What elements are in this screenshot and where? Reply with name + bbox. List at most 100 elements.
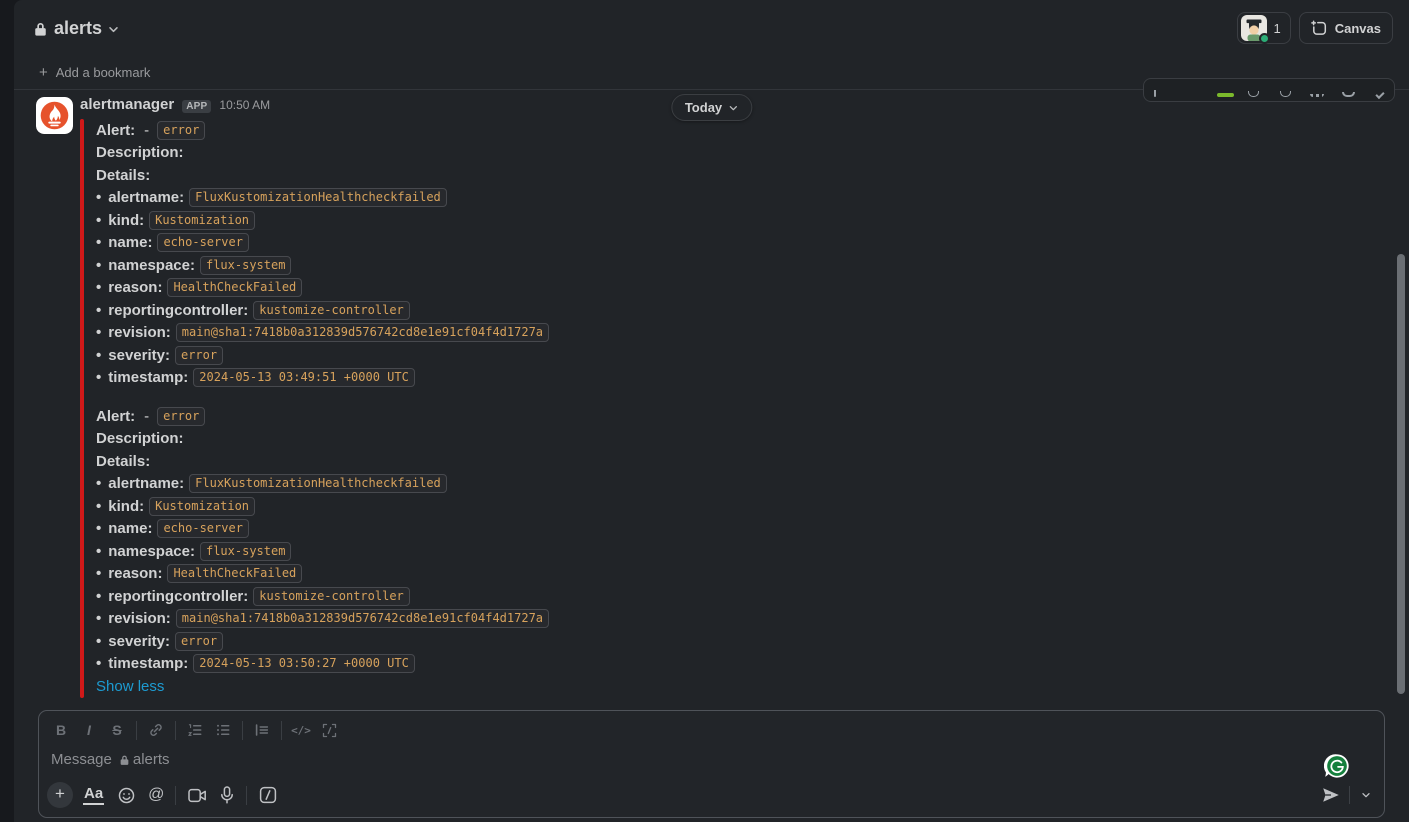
channel-members-button[interactable]: 1 (1237, 12, 1291, 44)
bulleted-list-button[interactable] (209, 717, 237, 743)
shortcuts-button[interactable] (254, 782, 282, 808)
canvas-label: Canvas (1335, 21, 1381, 36)
field-value-chip: HealthCheckFailed (167, 278, 302, 297)
alert-field-row: • kind: Kustomization (96, 495, 549, 518)
field-value-chip: Kustomization (149, 497, 255, 516)
field-key: reason: (108, 279, 162, 296)
blockquote-button[interactable] (248, 717, 276, 743)
check-emoji-icon (1217, 93, 1234, 97)
channel-title-button[interactable]: alerts (25, 12, 127, 44)
alert-label: Alert: (96, 122, 135, 139)
divider (242, 721, 243, 740)
details-label: Details: (96, 450, 549, 473)
alert-field-row: • reportingcontroller: kustomize-control… (96, 299, 549, 322)
canvas-icon (1311, 20, 1328, 37)
channel-name: alerts (54, 18, 102, 39)
show-less-link[interactable]: Show less (96, 675, 164, 698)
field-key: alertname: (108, 189, 184, 206)
details-label: Details: (96, 164, 549, 187)
alert-field-row: • kind: Kustomization (96, 209, 549, 232)
bullet: • (96, 498, 101, 515)
message-actions-toolbar[interactable] (1143, 78, 1395, 102)
chevron-down-icon (108, 19, 119, 40)
strikethrough-button[interactable]: S (103, 717, 131, 743)
presence-dot (1259, 33, 1270, 44)
field-value-chip: flux-system (200, 542, 291, 561)
field-key: timestamp: (108, 369, 188, 386)
alert-field-row: • namespace: flux-system (96, 254, 549, 277)
composer-bottom-toolbar: + Aa @ (39, 779, 1384, 817)
alert-dash: - (144, 122, 149, 139)
bold-button[interactable]: B (47, 717, 75, 743)
divider (175, 721, 176, 740)
field-key: namespace: (108, 257, 195, 274)
member-count: 1 (1274, 21, 1281, 36)
italic-button[interactable]: I (75, 717, 103, 743)
bullet: • (96, 257, 101, 274)
date-divider-pill[interactable]: Today (671, 94, 752, 121)
alert-line: Alert: - error (96, 405, 549, 428)
formatting-toggle-button[interactable]: Aa (83, 785, 104, 805)
alert-field-row: • revision: main@sha1:7418b0a312839d5767… (96, 608, 549, 631)
placeholder-channel: alerts (133, 751, 170, 768)
field-key: alertname: (108, 475, 184, 492)
alertmanager-avatar[interactable] (36, 97, 73, 134)
alert-field-row: • alertname: FluxKustomizationHealthchec… (96, 473, 549, 496)
field-value-chip: error (175, 346, 223, 365)
alert-dash: - (144, 408, 149, 425)
field-value-chip: kustomize-controller (253, 301, 410, 320)
field-value-chip: echo-server (157, 519, 248, 538)
message-input[interactable]: Message alerts (39, 747, 1384, 783)
field-key: revision: (108, 610, 171, 627)
code-block-button[interactable] (315, 717, 343, 743)
bullet: • (96, 302, 101, 319)
mention-button[interactable]: @ (142, 782, 170, 808)
field-value-chip: FluxKustomizationHealthcheckfailed (189, 188, 447, 207)
alert-field-row: • name: echo-server (96, 518, 549, 541)
alert-blocks: Alert: - error Description: Details: • a… (96, 119, 549, 675)
bullet: • (96, 324, 101, 341)
emoji-button[interactable] (112, 782, 140, 808)
attach-plus-button[interactable]: + (47, 782, 73, 808)
sender-name[interactable]: alertmanager (80, 96, 174, 113)
ordered-list-button[interactable] (181, 717, 209, 743)
alert-field-row: • reason: HealthCheckFailed (96, 563, 549, 586)
header-actions: 1 Canvas (1237, 12, 1393, 44)
action-stub-icon (1248, 91, 1259, 97)
alert-block: Alert: - error Description: Details: • a… (96, 405, 549, 675)
input-placeholder: Message alerts (51, 751, 1372, 768)
video-button[interactable] (183, 782, 211, 808)
bullet: • (96, 633, 101, 650)
alert-fields: • alertname: FluxKustomizationHealthchec… (96, 473, 549, 676)
canvas-button[interactable]: Canvas (1299, 12, 1393, 44)
add-bookmark-button[interactable]: + Add a bookmark (31, 62, 158, 83)
field-key: kind: (108, 212, 144, 229)
grammarly-icon[interactable] (1324, 753, 1350, 779)
bullet: • (96, 520, 101, 537)
message-list: Today alertmanager APP 10:50 AM Alert: -… (14, 90, 1409, 702)
action-stub-icon (1310, 94, 1324, 97)
field-key: reason: (108, 565, 162, 582)
field-key: severity: (108, 347, 170, 364)
field-value-chip: echo-server (157, 233, 248, 252)
send-button[interactable] (1317, 782, 1345, 808)
field-value-chip: main@sha1:7418b0a312839d576742cd8e1e91cf… (176, 323, 549, 342)
bullet: • (96, 610, 101, 627)
code-button[interactable]: </> (287, 717, 315, 743)
bullet: • (96, 588, 101, 605)
audio-button[interactable] (213, 782, 241, 808)
field-key: revision: (108, 324, 171, 341)
message-timestamp[interactable]: 10:50 AM (219, 98, 270, 112)
date-divider-label: Today (685, 100, 722, 115)
send-options-chevron[interactable] (1356, 782, 1376, 808)
attachment-text: Alert: - error Description: Details: • a… (84, 119, 549, 698)
divider (175, 786, 176, 805)
link-button[interactable] (142, 717, 170, 743)
scrollbar[interactable] (1397, 254, 1405, 694)
field-key: severity: (108, 633, 170, 650)
channel-pane: alerts 1 Canvas + Add (14, 0, 1409, 822)
alert-field-row: • alertname: FluxKustomizationHealthchec… (96, 187, 549, 210)
bullet: • (96, 369, 101, 386)
bullet: • (96, 279, 101, 296)
channel-header: alerts 1 Canvas (14, 0, 1409, 56)
